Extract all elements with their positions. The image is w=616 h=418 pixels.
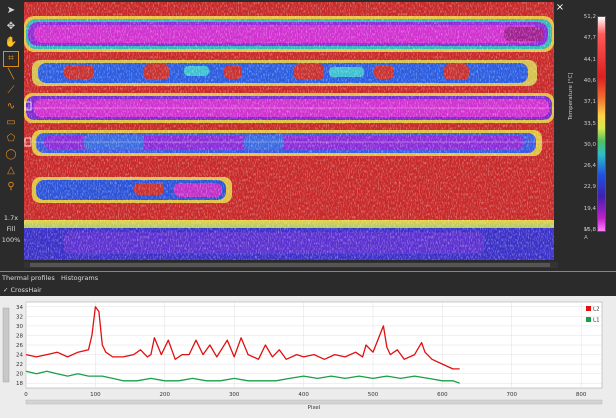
y-tick-label: 20 bbox=[16, 372, 23, 378]
scale-tick-label: 33,5 bbox=[583, 120, 596, 127]
crosshair-label: CrossHair bbox=[10, 286, 42, 294]
tab-histograms[interactable]: Histograms bbox=[61, 274, 98, 282]
panel-tabs: Thermal profiles Histograms bbox=[2, 274, 102, 284]
scale-tick-label: 47,7 bbox=[583, 35, 596, 42]
scale-manual-button[interactable]: M bbox=[584, 227, 589, 233]
polyline-icon[interactable]: ⟋ bbox=[4, 84, 18, 98]
crosshair-toggle[interactable]: ✓ CrossHair bbox=[3, 286, 42, 294]
x-tick-label: 500 bbox=[368, 392, 379, 398]
triangle-icon[interactable]: △ bbox=[4, 164, 18, 178]
scale-tick-label: 19,4 bbox=[583, 205, 596, 212]
x-tick-label: 100 bbox=[90, 392, 101, 398]
y-tick-label: 26 bbox=[16, 343, 23, 349]
y-range-slider bbox=[2, 307, 10, 383]
thermal-image[interactable] bbox=[24, 2, 554, 260]
x-tick-label: 700 bbox=[507, 392, 518, 398]
crop-icon[interactable]: ⌗ bbox=[3, 51, 19, 67]
scale-tick-label: 44,1 bbox=[583, 56, 596, 63]
scale-tick-label: 30,0 bbox=[583, 141, 596, 148]
hand-icon[interactable]: ✋ bbox=[4, 36, 18, 50]
scrollbar-thumb[interactable] bbox=[30, 263, 550, 267]
horizontal-scrollbar[interactable] bbox=[24, 262, 558, 268]
tool-bar: ➤ ✥ ✋ ⌗ ╲ ⟋ ∿ ▭ ⬠ ◯ △ ⚲ 1.7x Fill 100% bbox=[0, 0, 22, 268]
scale-tick-label: 26,4 bbox=[583, 163, 596, 170]
scale-tick-label: 51,2 bbox=[583, 14, 596, 20]
x-tick-label: 200 bbox=[160, 392, 171, 398]
thermal-image-canvas[interactable] bbox=[24, 2, 554, 260]
profile-chart: 18 20 22 24 26 28 30 32 34 0 100 200 300 400 500 600 700… bbox=[2, 301, 603, 411]
x-range-slider bbox=[25, 399, 603, 405]
rectangle-icon[interactable]: ▭ bbox=[4, 116, 18, 130]
x-tick-label: 300 bbox=[229, 392, 240, 398]
scale-tick-label: 22,9 bbox=[583, 184, 596, 191]
y-tick-label: 24 bbox=[16, 353, 23, 359]
legend-label: L2 bbox=[593, 307, 600, 313]
scale-tick-label: 37,1 bbox=[583, 99, 596, 106]
x-tick-label: 0 bbox=[24, 392, 28, 398]
x-tick-label: 600 bbox=[437, 392, 448, 398]
scale-tick-label: 40,6 bbox=[583, 77, 596, 84]
y-tick-label: 28 bbox=[16, 333, 23, 339]
line-icon[interactable]: ╲ bbox=[4, 68, 18, 82]
temperature-color-scale bbox=[597, 16, 606, 232]
move-icon[interactable]: ✥ bbox=[4, 20, 18, 34]
zoom-level: 1.7x bbox=[3, 214, 19, 222]
x-tick-label: 400 bbox=[298, 392, 309, 398]
close-icon[interactable]: × bbox=[554, 2, 566, 14]
zoom-percent: 100% bbox=[1, 236, 21, 244]
y-tick-label: 30 bbox=[16, 324, 23, 330]
fill-mode-label: Fill bbox=[6, 225, 16, 233]
y-tick-label: 22 bbox=[16, 362, 23, 368]
scale-axis-label: Temperature [°C] bbox=[568, 72, 574, 120]
magnify-icon[interactable]: ⚲ bbox=[4, 180, 18, 194]
polygon-icon[interactable]: ⬠ bbox=[4, 132, 18, 146]
legend-label: L1 bbox=[593, 318, 600, 324]
y-tick-label: 32 bbox=[16, 314, 23, 320]
x-axis-label: Pixel bbox=[308, 405, 321, 411]
tab-thermal-profiles[interactable]: Thermal profiles bbox=[2, 274, 55, 282]
legend-swatch bbox=[586, 317, 591, 322]
wave-icon[interactable]: ∿ bbox=[4, 100, 18, 114]
ellipse-icon[interactable]: ◯ bbox=[4, 148, 18, 162]
legend-swatch bbox=[586, 306, 591, 311]
x-tick-label: 800 bbox=[576, 392, 587, 398]
panel-divider[interactable] bbox=[0, 271, 616, 272]
cursor-icon[interactable]: ➤ bbox=[4, 4, 18, 18]
y-tick-label: 34 bbox=[16, 305, 23, 311]
scale-auto-button[interactable]: A bbox=[584, 235, 588, 241]
y-tick-label: 18 bbox=[16, 381, 23, 387]
